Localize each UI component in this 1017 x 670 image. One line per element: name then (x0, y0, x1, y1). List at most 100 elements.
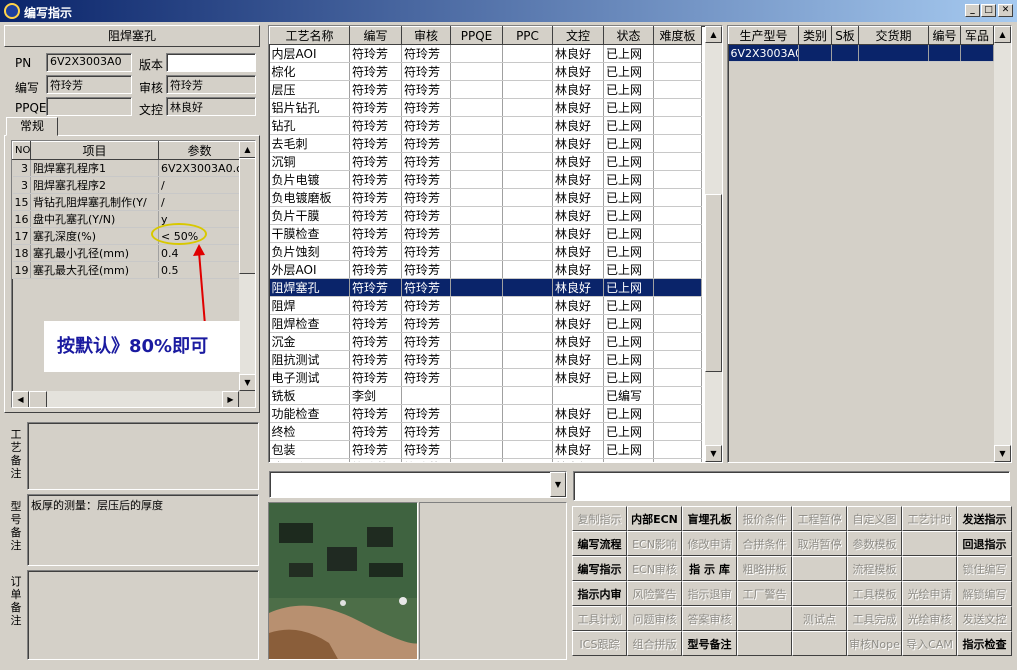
action-button[interactable]: 报价条件 (737, 506, 792, 531)
action-button[interactable]: 回退指示 (957, 531, 1012, 556)
action-button[interactable]: ICS跟踪 (572, 631, 627, 656)
action-button[interactable]: 合拼条件 (737, 531, 792, 556)
process-header[interactable]: 工艺名称 (269, 26, 350, 45)
process-row[interactable]: 沉金 符玲芳 符玲芳 林良好 已上网 (269, 332, 702, 351)
scroll-down-icon[interactable]: ▼ (239, 374, 255, 391)
empty-button[interactable] (737, 606, 792, 631)
action-button[interactable]: 组合拼版 (627, 631, 682, 656)
action-button[interactable]: 风险警告 (627, 581, 682, 606)
scroll-up-icon[interactable]: ▲ (239, 141, 255, 158)
action-button[interactable]: 指示退审 (682, 581, 737, 606)
param-row[interactable]: 3 阻焊塞孔程序2/ (12, 176, 241, 194)
action-button[interactable]: 审核Nope (847, 631, 902, 656)
param-row[interactable]: 16 盘中孔塞孔(Y/N) y (12, 210, 241, 228)
process-row[interactable]: 层压 符玲芳 符玲芳 林良好 已上网 (269, 80, 702, 99)
scroll-thumb[interactable] (239, 158, 255, 274)
action-button[interactable]: 复制指示 (572, 506, 627, 531)
action-button[interactable]: 自定义图 (847, 506, 902, 531)
param-row[interactable]: 15 背钻孔阻焊塞孔制作(Y// (12, 193, 241, 211)
model-header[interactable]: S板 (831, 26, 859, 45)
model-header[interactable]: 编号 (928, 26, 961, 45)
process-row[interactable]: 钻孔 符玲芳 符玲芳 林良好 已上网 (269, 116, 702, 135)
process-row[interactable]: 阻焊检查 符玲芳 符玲芳 林良好 已上网 (269, 314, 702, 333)
action-button[interactable]: 流程模板 (847, 556, 902, 581)
action-button[interactable]: 指 示 库 (682, 556, 737, 581)
process-row[interactable]: 去毛刺 符玲芳 符玲芳 林良好 已上网 (269, 134, 702, 153)
process-row[interactable]: 功能检查 符玲芳 符玲芳 林良好 已上网 (269, 404, 702, 423)
process-row[interactable]: 成品仓符玲芳符玲芳林良好已上网 (269, 458, 702, 462)
action-button[interactable]: 指示检查 (957, 631, 1012, 656)
param-value[interactable]: / (158, 176, 241, 194)
action-button[interactable]: 解锁编写 (957, 581, 1012, 606)
scroll-down-icon[interactable]: ▼ (994, 445, 1011, 462)
chevron-down-icon[interactable]: ▼ (550, 472, 566, 497)
process-header[interactable]: 文控 (552, 26, 604, 45)
action-button[interactable]: 编写指示 (572, 556, 627, 581)
params-vscroll[interactable]: ▲ ▼ (239, 141, 255, 391)
param-value[interactable]: / (158, 193, 241, 211)
close-button[interactable]: ✕ (998, 4, 1013, 17)
action-button[interactable]: 工具模板 (847, 581, 902, 606)
doc-field[interactable]: 林良好 (166, 97, 256, 116)
process-row[interactable]: 电子测试 符玲芳 符玲芳 林良好 已上网 (269, 368, 702, 387)
search-input[interactable] (573, 471, 1010, 501)
action-button[interactable]: 取消暂停 (792, 531, 847, 556)
action-button[interactable]: 答案审核 (682, 606, 737, 631)
action-button[interactable]: 指示内审 (572, 581, 627, 606)
action-button[interactable]: 光绘申请 (902, 581, 957, 606)
action-button[interactable]: 导入CAM (902, 631, 957, 656)
param-header-item[interactable]: 项目 (30, 141, 159, 160)
version-field[interactable] (166, 53, 256, 72)
model-header[interactable]: 类别 (798, 26, 832, 45)
scroll-thumb[interactable] (705, 194, 722, 372)
action-button[interactable]: ECN审核 (627, 556, 682, 581)
empty-button[interactable] (792, 581, 847, 606)
action-button[interactable]: ECN影响 (627, 531, 682, 556)
writer-field[interactable]: 符玲芳 (46, 75, 132, 94)
action-button[interactable]: 发送指示 (957, 506, 1012, 531)
action-button[interactable]: 工艺计时 (902, 506, 957, 531)
action-button[interactable]: 编写流程 (572, 531, 627, 556)
process-row[interactable]: 沉铜 符玲芳 符玲芳 林良好 已上网 (269, 152, 702, 171)
tab-general[interactable]: 常规 (6, 117, 58, 136)
order-note-field[interactable] (27, 570, 259, 660)
scroll-left-icon[interactable]: ◀ (12, 391, 29, 407)
model-note-field[interactable]: 板厚的测量：层压后的厚度 (27, 494, 259, 566)
model-row[interactable]: 6V2X3003A0 (728, 44, 994, 62)
process-header[interactable]: 编写 (349, 26, 402, 45)
process-row[interactable]: 终检 符玲芳 符玲芳 林良好 已上网 (269, 422, 702, 441)
empty-button[interactable] (792, 556, 847, 581)
process-vscroll[interactable]: ▲ ▼ (705, 26, 722, 462)
empty-button[interactable] (792, 631, 847, 656)
process-row[interactable]: 包装 符玲芳 符玲芳 林良好 已上网 (269, 440, 702, 459)
maximize-button[interactable]: □ (981, 4, 996, 17)
action-button[interactable]: 工程暂停 (792, 506, 847, 531)
action-button[interactable]: 工厂警告 (737, 581, 792, 606)
scroll-right-icon[interactable]: ▶ (222, 391, 239, 407)
action-button[interactable]: 型号备注 (682, 631, 737, 656)
model-header[interactable]: 军品 (960, 26, 994, 45)
scroll-down-icon[interactable]: ▼ (705, 445, 722, 462)
process-row[interactable]: 负电镀磨板 符玲芳 符玲芳 林良好 已上网 (269, 188, 702, 207)
empty-button[interactable] (902, 556, 957, 581)
ppqe-field[interactable] (46, 97, 132, 116)
action-button[interactable]: 工具计划 (572, 606, 627, 631)
minimize-button[interactable]: _ (965, 4, 980, 17)
action-button[interactable]: 测试点 (792, 606, 847, 631)
param-row[interactable]: 3 阻焊塞孔程序1 6V2X3003A0.cv (12, 159, 241, 177)
action-button[interactable]: 修改申请 (682, 531, 737, 556)
empty-button[interactable] (737, 631, 792, 656)
model-header[interactable]: 生产型号 (728, 26, 799, 45)
process-row[interactable]: 阻抗测试 符玲芳 符玲芳 林良好 已上网 (269, 350, 702, 369)
scroll-up-icon[interactable]: ▲ (994, 26, 1011, 43)
action-button[interactable]: 粗略拼板 (737, 556, 792, 581)
process-header[interactable]: 审核 (401, 26, 451, 45)
model-vscroll[interactable]: ▲ ▼ (994, 26, 1011, 462)
process-row[interactable]: 负片干膜 符玲芳 符玲芳 林良好 已上网 (269, 206, 702, 225)
action-button[interactable]: 锁住编写 (957, 556, 1012, 581)
param-header-no[interactable]: NO (12, 141, 31, 160)
process-dropdown[interactable]: ▼ (269, 471, 567, 498)
process-row[interactable]: 内层AOI 符玲芳 符玲芳 林良好 已上网 (269, 44, 702, 63)
process-header[interactable]: 状态 (603, 26, 654, 45)
action-button[interactable]: 内部ECN (627, 506, 682, 531)
